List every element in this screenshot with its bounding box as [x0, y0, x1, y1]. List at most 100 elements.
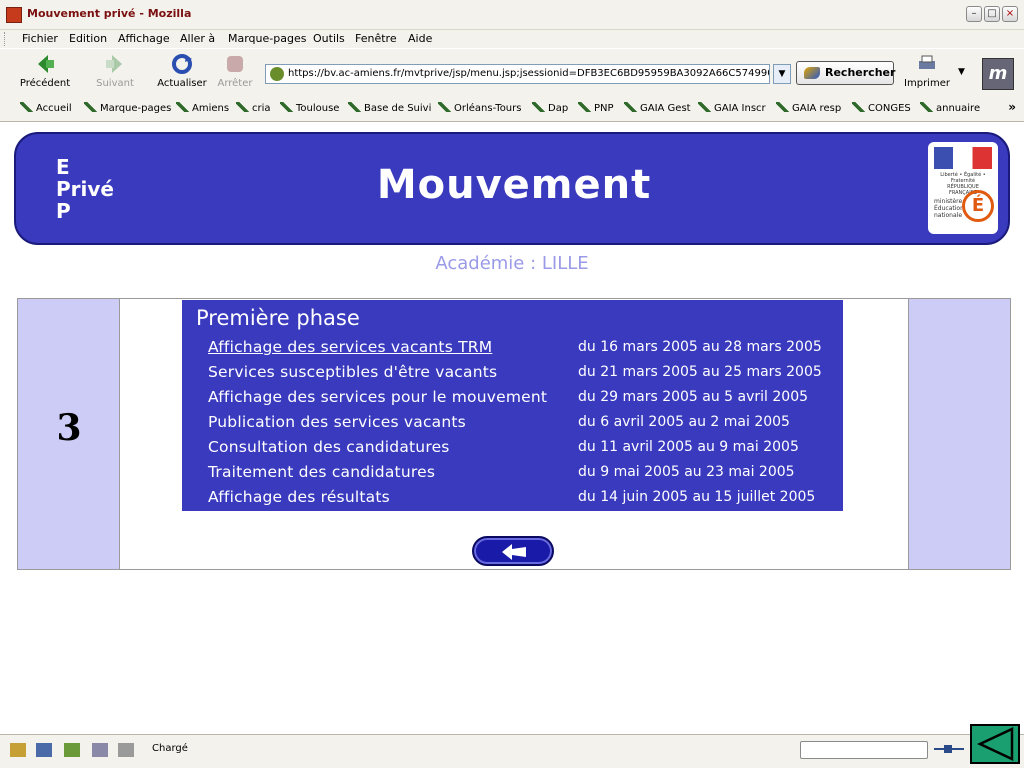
schedule-name: Consultation des candidatures — [208, 438, 450, 456]
bookmarks-toolbar: Accueil Marque-pages Amiens cria Toulous… — [0, 96, 1024, 122]
navigator-icon[interactable] — [10, 743, 26, 757]
schedule-dates: du 16 mars 2005 au 28 mars 2005 — [578, 339, 822, 355]
connection-status-icon — [934, 745, 964, 753]
back-page-button[interactable] — [472, 536, 554, 566]
menu-fichier[interactable]: Fichier — [22, 32, 58, 45]
phase-schedule: Première phase Affichage des services va… — [182, 300, 843, 511]
forward-button[interactable]: Suivant — [92, 53, 138, 89]
toolbar-grip-icon[interactable] — [4, 32, 7, 46]
window-title: Mouvement privé - Mozilla — [27, 7, 192, 20]
url-bar[interactable]: https://bv.ac-amiens.fr/mvtprive/jsp/men… — [265, 64, 770, 84]
bookmark-icon — [920, 102, 934, 112]
back-button[interactable]: Précédent — [18, 53, 72, 89]
more-bookmarks-chevron-icon[interactable]: » — [1008, 100, 1016, 114]
bookmark-icon — [776, 102, 790, 112]
bookmark-icon — [438, 102, 452, 112]
mail-icon[interactable] — [36, 743, 52, 757]
reload-icon — [172, 54, 192, 74]
bookmark-icon — [578, 102, 592, 112]
slide-previous-button[interactable] — [970, 724, 1020, 764]
bookmark-accueil[interactable]: Accueil — [20, 102, 72, 114]
schedule-dates: du 6 avril 2005 au 2 mai 2005 — [578, 414, 790, 430]
chat-icon[interactable] — [118, 743, 134, 757]
menu-marque-pages[interactable]: Marque-pages — [228, 32, 306, 45]
bookmark-icon — [624, 102, 638, 112]
search-icon — [804, 67, 820, 79]
bookmark-conges[interactable]: CONGES — [852, 102, 911, 114]
status-text: Chargé — [152, 743, 188, 754]
schedule-name: Traitement des candidatures — [208, 463, 436, 481]
page-title: Mouvement — [376, 162, 652, 208]
bookmark-icon — [852, 102, 866, 112]
bookmark-dap[interactable]: Dap — [532, 102, 568, 114]
back-arrow-icon — [38, 55, 54, 73]
triangle-left-icon — [977, 727, 1014, 761]
maximize-button[interactable]: □ — [984, 6, 1000, 22]
printer-icon — [919, 55, 935, 69]
schedule-dates: du 11 avril 2005 au 9 mai 2005 — [578, 439, 799, 455]
menu-aller[interactable]: Aller à — [180, 32, 215, 45]
ministry-logo: Liberté • Égalité • Fraternité RÉPUBLIQU… — [928, 142, 998, 234]
menu-edition[interactable]: Edition — [69, 32, 107, 45]
right-sidebar — [908, 299, 1010, 569]
secure-site-icon — [270, 67, 284, 81]
menu-fenetre[interactable]: Fenêtre — [355, 32, 397, 45]
bookmark-orleans-tours[interactable]: Orléans-Tours — [438, 102, 521, 114]
ministry-name: ministère Éducation nationale — [934, 198, 964, 219]
phase-title: Première phase — [196, 306, 360, 330]
search-button[interactable]: Rechercher — [796, 61, 895, 85]
url-history-dropdown[interactable]: ▼ — [773, 64, 791, 84]
header-banner: E Privé P Mouvement Liberté • Égalité • … — [14, 132, 1010, 245]
close-button[interactable]: × — [1002, 6, 1018, 22]
menu-outils[interactable]: Outils — [313, 32, 345, 45]
navigation-toolbar: Précédent Suivant Actualiser Arrêter htt… — [0, 48, 1024, 96]
print-button[interactable]: Imprimer — [902, 53, 952, 89]
schedule-link[interactable]: Affichage des services vacants TRM — [208, 338, 492, 356]
bookmark-icon — [532, 102, 546, 112]
bookmark-amiens[interactable]: Amiens — [176, 102, 229, 114]
stop-icon — [227, 56, 243, 72]
minimize-button[interactable]: – — [966, 6, 982, 22]
schedule-name: Services susceptibles d'être vacants — [208, 363, 498, 381]
bookmark-icon — [176, 102, 190, 112]
schedule-row: Services susceptibles d'être vacants du … — [208, 363, 838, 383]
schedule-row: Affichage des résultats du 14 juin 2005 … — [208, 488, 838, 508]
step-number: 3 — [56, 407, 82, 449]
bookmark-gaia-resp[interactable]: GAIA resp — [776, 102, 841, 114]
bookmark-icon — [348, 102, 362, 112]
schedule-name: Affichage des résultats — [208, 488, 390, 506]
stop-button[interactable]: Arrêter — [216, 53, 254, 89]
menu-affichage[interactable]: Affichage — [118, 32, 170, 45]
bookmark-toulouse[interactable]: Toulouse — [280, 102, 339, 114]
composer-icon[interactable] — [64, 743, 80, 757]
bookmark-icon — [236, 102, 250, 112]
address-book-icon[interactable] — [92, 743, 108, 757]
bookmark-base-de-suivi[interactable]: Base de Suivi — [348, 102, 431, 114]
schedule-row: Traitement des candidatures du 9 mai 200… — [208, 463, 838, 483]
schedule-row[interactable]: Affichage des services vacants TRM du 16… — [208, 338, 838, 358]
schedule-dates: du 14 juin 2005 au 15 juillet 2005 — [578, 489, 816, 505]
mozilla-app-icon — [6, 7, 22, 23]
bookmark-cria[interactable]: cria — [236, 102, 271, 114]
schedule-row: Publication des services vacants du 6 av… — [208, 413, 838, 433]
bookmark-gaia-gest[interactable]: GAIA Gest — [624, 102, 691, 114]
url-text[interactable]: https://bv.ac-amiens.fr/mvtprive/jsp/men… — [288, 68, 769, 79]
mozilla-throbber-icon[interactable]: m — [982, 58, 1014, 90]
bookmark-pnp[interactable]: PNP — [578, 102, 614, 114]
bookmark-icon — [698, 102, 712, 112]
forward-arrow-icon — [106, 55, 122, 73]
menu-aide[interactable]: Aide — [408, 32, 432, 45]
bookmarks-icon — [84, 102, 98, 112]
step-sidebar: 3 — [18, 299, 120, 569]
schedule-row: Affichage des services pour le mouvement… — [208, 388, 838, 408]
bookmark-marque-pages[interactable]: Marque-pages — [84, 102, 171, 114]
bookmark-icon — [280, 102, 294, 112]
french-flag-icon — [934, 147, 992, 169]
back-arrow-icon — [502, 544, 526, 560]
reload-button[interactable]: Actualiser — [156, 53, 208, 89]
bookmark-annuaire[interactable]: annuaire — [920, 102, 980, 114]
schedule-dates: du 29 mars 2005 au 5 avril 2005 — [578, 389, 809, 405]
academie-label: Académie : LILLE — [435, 253, 589, 274]
print-menu-chevron-icon[interactable]: ▼ — [958, 67, 965, 77]
bookmark-gaia-inscr[interactable]: GAIA Inscr — [698, 102, 766, 114]
